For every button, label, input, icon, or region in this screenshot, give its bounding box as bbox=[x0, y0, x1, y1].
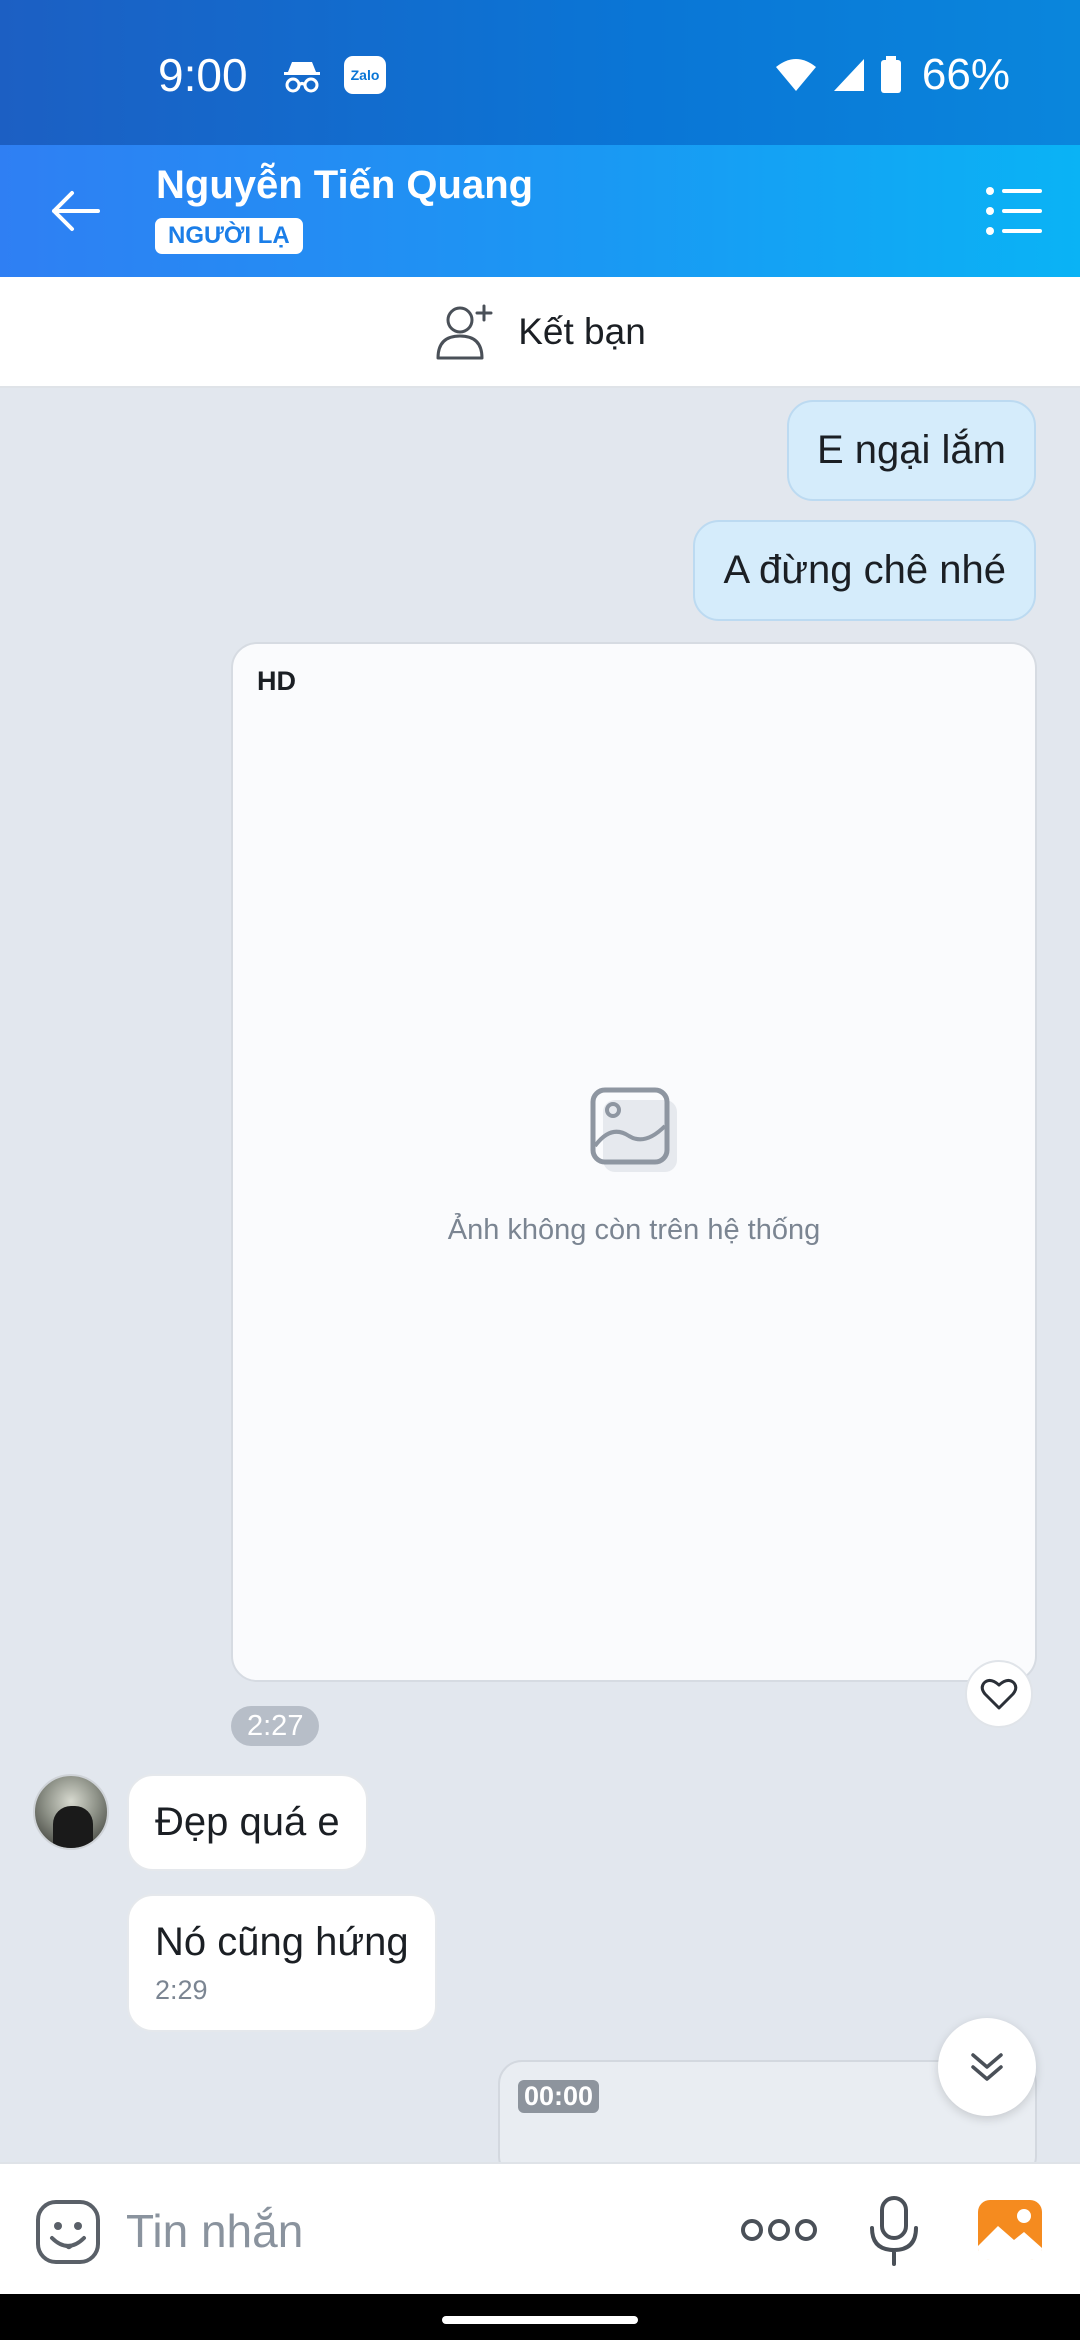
message-time: 2:27 bbox=[231, 1706, 320, 1746]
add-friend-button[interactable]: Kết bạn bbox=[0, 277, 1080, 388]
gallery-icon[interactable] bbox=[976, 2198, 1044, 2262]
sticker-icon[interactable] bbox=[34, 2198, 102, 2266]
zalo-notification-icon: Zalo bbox=[344, 56, 386, 94]
back-arrow-icon[interactable] bbox=[46, 181, 106, 241]
video-duration: 00:00 bbox=[518, 2080, 600, 2113]
battery-icon bbox=[880, 56, 901, 93]
message-input[interactable] bbox=[126, 2196, 686, 2266]
more-options-icon[interactable] bbox=[740, 2208, 818, 2252]
stranger-badge: NGƯỜI LẠ bbox=[155, 218, 303, 254]
status-bar: 9:00 Zalo 66% bbox=[0, 0, 1080, 145]
home-gesture-handle[interactable] bbox=[442, 2316, 638, 2324]
add-friend-icon bbox=[436, 304, 493, 359]
cell-signal-icon bbox=[833, 59, 864, 91]
scroll-to-bottom-button[interactable] bbox=[938, 2018, 1036, 2116]
image-message[interactable]: HD Ảnh không còn trên hệ thống bbox=[231, 642, 1037, 1682]
incoming-message-text: Nó cũng hứng bbox=[155, 1920, 409, 1964]
message-time: 2:29 bbox=[155, 1975, 208, 2005]
image-unavailable-text: Ảnh không còn trên hệ thống bbox=[447, 1214, 821, 1246]
status-time: 9:00 bbox=[158, 49, 248, 101]
hd-badge: HD bbox=[257, 666, 296, 696]
contact-name[interactable]: Nguyễn Tiến Quang bbox=[156, 163, 533, 208]
heart-icon bbox=[980, 1678, 1018, 1710]
avatar[interactable] bbox=[33, 1774, 109, 1850]
microphone-icon[interactable] bbox=[868, 2194, 920, 2268]
outgoing-message[interactable]: A đừng chê nhé bbox=[693, 520, 1036, 621]
double-chevron-down-icon bbox=[971, 2053, 1003, 2081]
wifi-icon bbox=[775, 59, 816, 91]
add-friend-label: Kết bạn bbox=[518, 310, 646, 352]
options-menu-icon[interactable] bbox=[984, 183, 1044, 239]
incognito-icon bbox=[284, 62, 320, 93]
image-unavailable-icon bbox=[590, 1087, 677, 1172]
incoming-message[interactable]: Nó cũng hứng 2:29 bbox=[127, 1894, 437, 2032]
message-list[interactable]: E ngại lắm A đừng chê nhé HD Ảnh không c… bbox=[0, 390, 1080, 2162]
battery-percentage: 66% bbox=[921, 50, 1010, 99]
status-indicators: 66% bbox=[774, 50, 1010, 100]
system-nav-bar bbox=[0, 2294, 1080, 2340]
message-composer bbox=[0, 2162, 1080, 2294]
outgoing-message[interactable]: E ngại lắm bbox=[787, 400, 1036, 501]
incoming-message[interactable]: Đẹp quá e bbox=[127, 1774, 368, 1871]
react-heart-button[interactable] bbox=[965, 1660, 1033, 1728]
chat-header: Nguyễn Tiến Quang NGƯỜI LẠ bbox=[0, 145, 1080, 277]
